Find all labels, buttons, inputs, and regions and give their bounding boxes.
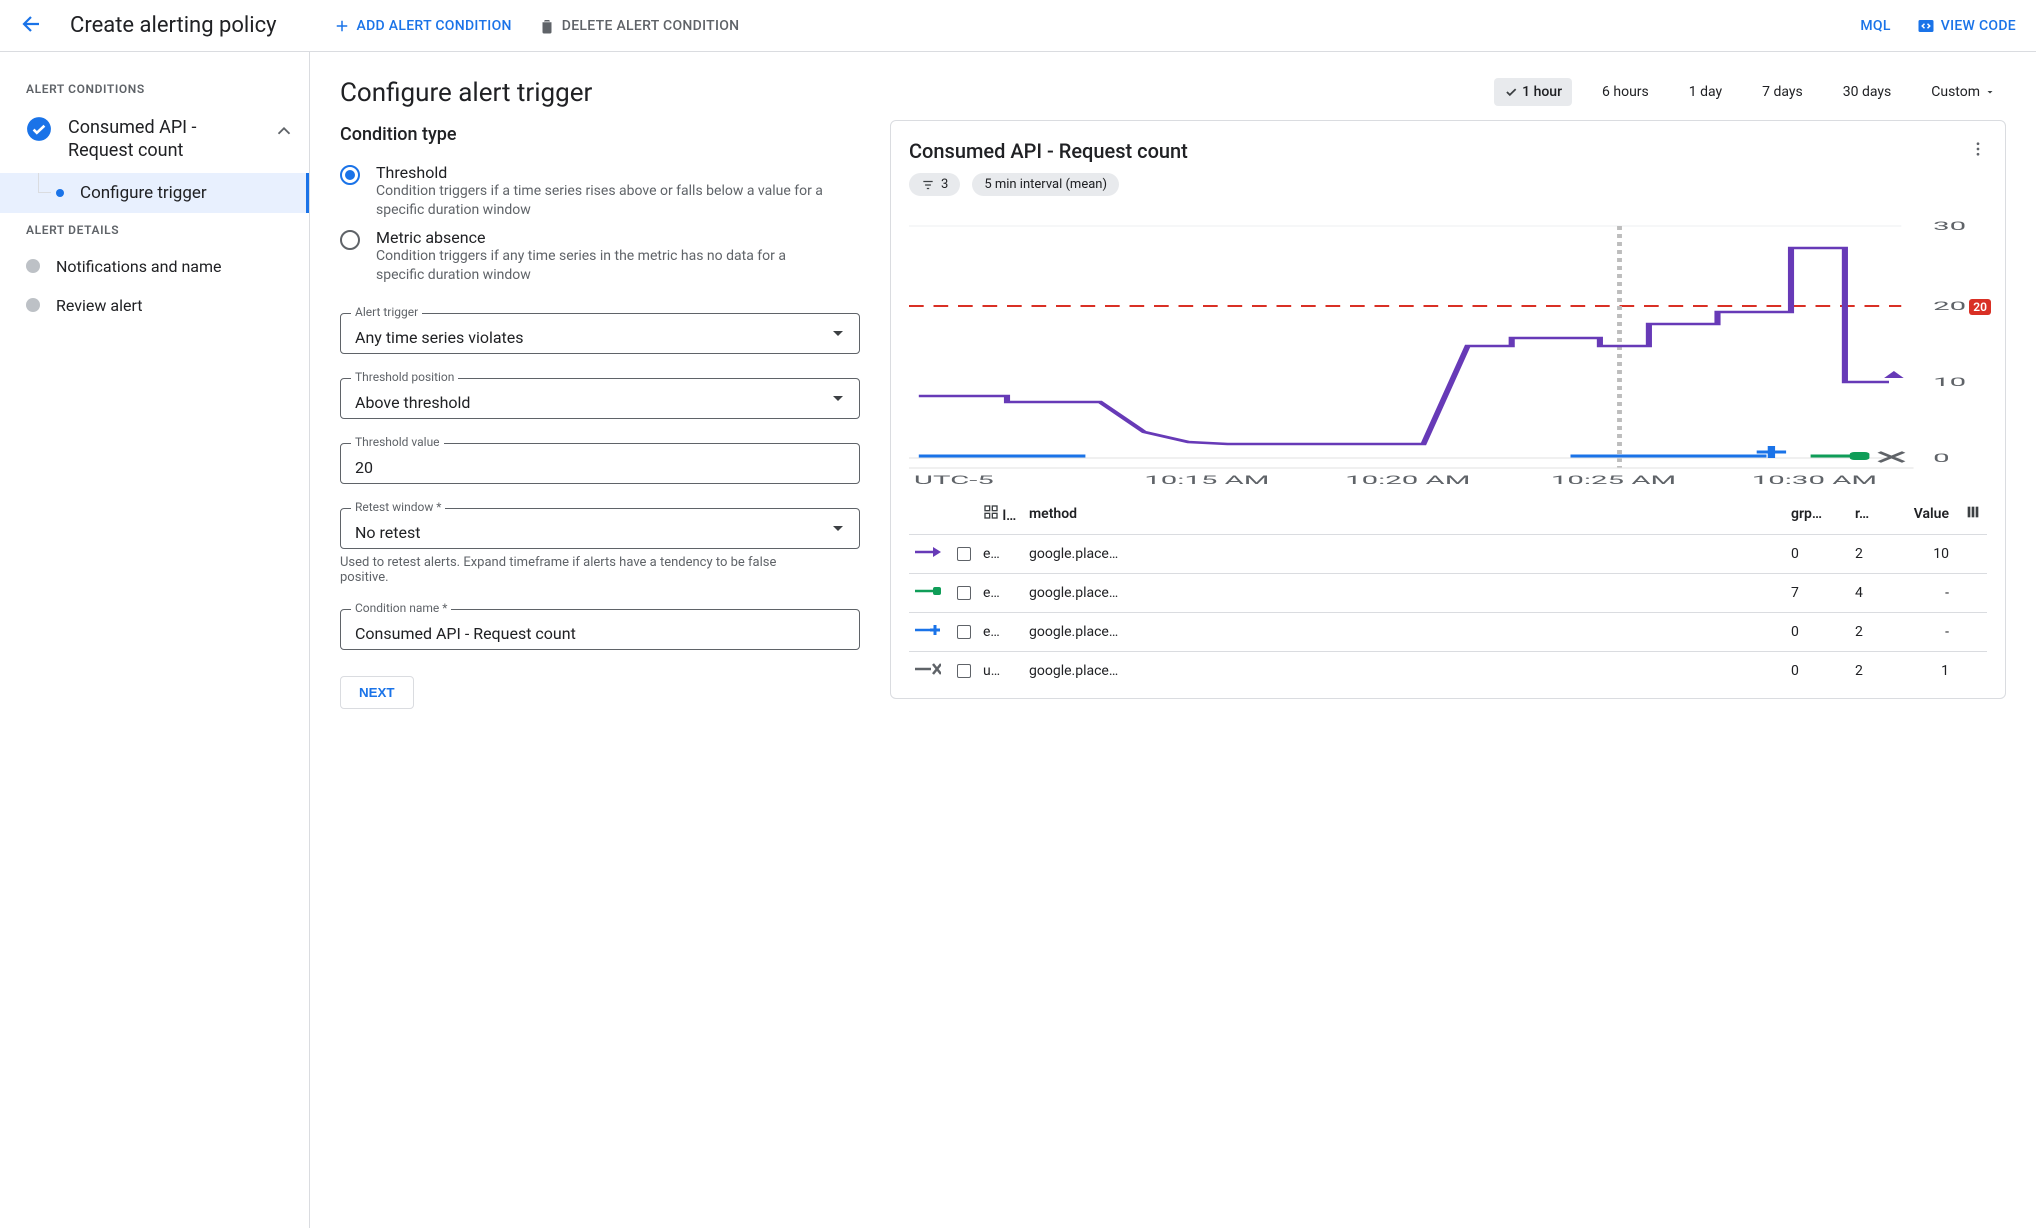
card-menu-button[interactable] — [1969, 140, 1987, 162]
table-row[interactable]: e…google.place…74- — [909, 574, 1987, 613]
svg-text:10:20 AM: 10:20 AM — [1345, 473, 1470, 486]
interval-chip[interactable]: 5 min interval (mean) — [972, 173, 1119, 196]
table-row[interactable]: u…google.place…021 — [909, 652, 1987, 691]
table-row[interactable]: e…google.place…0210 — [909, 535, 1987, 574]
add-alert-condition-button[interactable]: ADD ALERT CONDITION — [333, 17, 512, 35]
chart-card: Consumed API - Request count 3 5 min int… — [890, 120, 2006, 699]
check-circle-icon — [26, 116, 52, 142]
legend-table: l… method grp… r… Value e…google.place…0… — [909, 494, 1987, 690]
chart: 30 20 10 0 — [909, 206, 1987, 486]
table-row[interactable]: e…google.place…02- — [909, 613, 1987, 652]
columns-icon[interactable] — [983, 504, 999, 520]
time-range-6-hours[interactable]: 6 hours — [1592, 78, 1659, 106]
next-button[interactable]: NEXT — [340, 676, 414, 709]
time-range-30-days[interactable]: 30 days — [1833, 78, 1901, 106]
trigger-form: Configure alert trigger Condition type T… — [340, 78, 860, 1202]
alert-details-label: ALERT DETAILS — [0, 213, 309, 247]
svg-text:0: 0 — [1933, 451, 1950, 465]
threshold-badge: 20 — [1969, 299, 1991, 315]
svg-text:UTC-5: UTC-5 — [914, 473, 994, 486]
alert-trigger-select[interactable]: Alert trigger Any time series violates — [340, 313, 860, 354]
svg-text:10:30 AM: 10:30 AM — [1752, 473, 1877, 486]
back-button[interactable] — [20, 12, 44, 40]
svg-text:10: 10 — [1933, 375, 1966, 389]
series-mark-icon — [915, 662, 941, 676]
time-range-1-day[interactable]: 1 day — [1679, 78, 1732, 106]
time-range-1-hour[interactable]: 1 hour — [1494, 78, 1572, 106]
sidebar-review[interactable]: Review alert — [0, 286, 309, 325]
step-bullet-icon — [26, 298, 40, 312]
sidebar-configure-trigger[interactable]: Configure trigger — [0, 173, 309, 213]
series-mark-icon — [915, 623, 941, 637]
time-range-7-days[interactable]: 7 days — [1752, 78, 1813, 106]
view-code-button[interactable]: VIEW CODE — [1917, 17, 2016, 35]
sidebar: ALERT CONDITIONS Consumed API - Request … — [0, 52, 310, 1228]
code-icon — [1917, 17, 1935, 35]
radio-selected-icon — [340, 165, 360, 185]
radio-unselected-icon — [340, 230, 360, 250]
active-dot-icon — [56, 189, 64, 197]
kebab-icon — [1969, 140, 1987, 158]
condition-type-heading: Condition type — [340, 124, 860, 145]
condition-type-absence[interactable]: Metric absence Condition triggers if any… — [340, 224, 860, 289]
page-title: Create alerting policy — [70, 13, 277, 38]
preview-panel: 1 hour 6 hours 1 day 7 days 30 days Custom Co… — [890, 78, 2006, 1202]
row-checkbox[interactable] — [957, 625, 971, 639]
row-checkbox[interactable] — [957, 586, 971, 600]
delete-alert-condition-button[interactable]: DELETE ALERT CONDITION — [538, 17, 740, 35]
threshold-position-select[interactable]: Threshold position Above threshold — [340, 378, 860, 419]
filter-chip[interactable]: 3 — [909, 173, 960, 196]
svg-text:10:25 AM: 10:25 AM — [1551, 473, 1676, 486]
filter-icon — [921, 178, 935, 192]
sidebar-condition[interactable]: Consumed API - Request count — [0, 106, 309, 173]
caret-down-icon — [1984, 86, 1996, 98]
time-range-custom[interactable]: Custom — [1921, 78, 2006, 106]
alert-conditions-label: ALERT CONDITIONS — [0, 72, 309, 106]
row-checkbox[interactable] — [957, 664, 971, 678]
trash-icon — [538, 17, 556, 35]
time-range-chips: 1 hour 6 hours 1 day 7 days 30 days Custom — [890, 78, 2006, 106]
retest-hint: Used to retest alerts. Expand timeframe … — [340, 555, 820, 585]
series-mark-icon — [915, 584, 941, 598]
column-chooser-icon[interactable] — [1965, 504, 1981, 520]
step-bullet-icon — [26, 259, 40, 273]
sidebar-notifications[interactable]: Notifications and name — [0, 247, 309, 286]
retest-window-select[interactable]: Retest window * No retest — [340, 508, 860, 549]
table-header: l… method grp… r… Value — [909, 494, 1987, 535]
check-icon — [1504, 85, 1518, 99]
condition-name-input[interactable]: Condition name * Consumed API - Request … — [340, 609, 860, 650]
mql-button[interactable]: MQL — [1860, 18, 1890, 34]
svg-text:30: 30 — [1933, 219, 1966, 233]
condition-type-threshold[interactable]: Threshold Condition triggers if a time s… — [340, 159, 860, 224]
threshold-value-input[interactable]: Threshold value 20 — [340, 443, 860, 484]
chart-title: Consumed API - Request count — [909, 139, 1188, 163]
row-checkbox[interactable] — [957, 547, 971, 561]
series-mark-icon — [915, 545, 941, 559]
form-heading: Configure alert trigger — [340, 78, 860, 108]
arrow-left-icon — [20, 12, 44, 36]
toolbar: Create alerting policy ADD ALERT CONDITI… — [0, 0, 2036, 52]
svg-text:10:15 AM: 10:15 AM — [1144, 473, 1269, 486]
chevron-up-icon[interactable] — [273, 120, 295, 142]
plus-icon — [333, 17, 351, 35]
svg-text:20: 20 — [1933, 299, 1966, 313]
